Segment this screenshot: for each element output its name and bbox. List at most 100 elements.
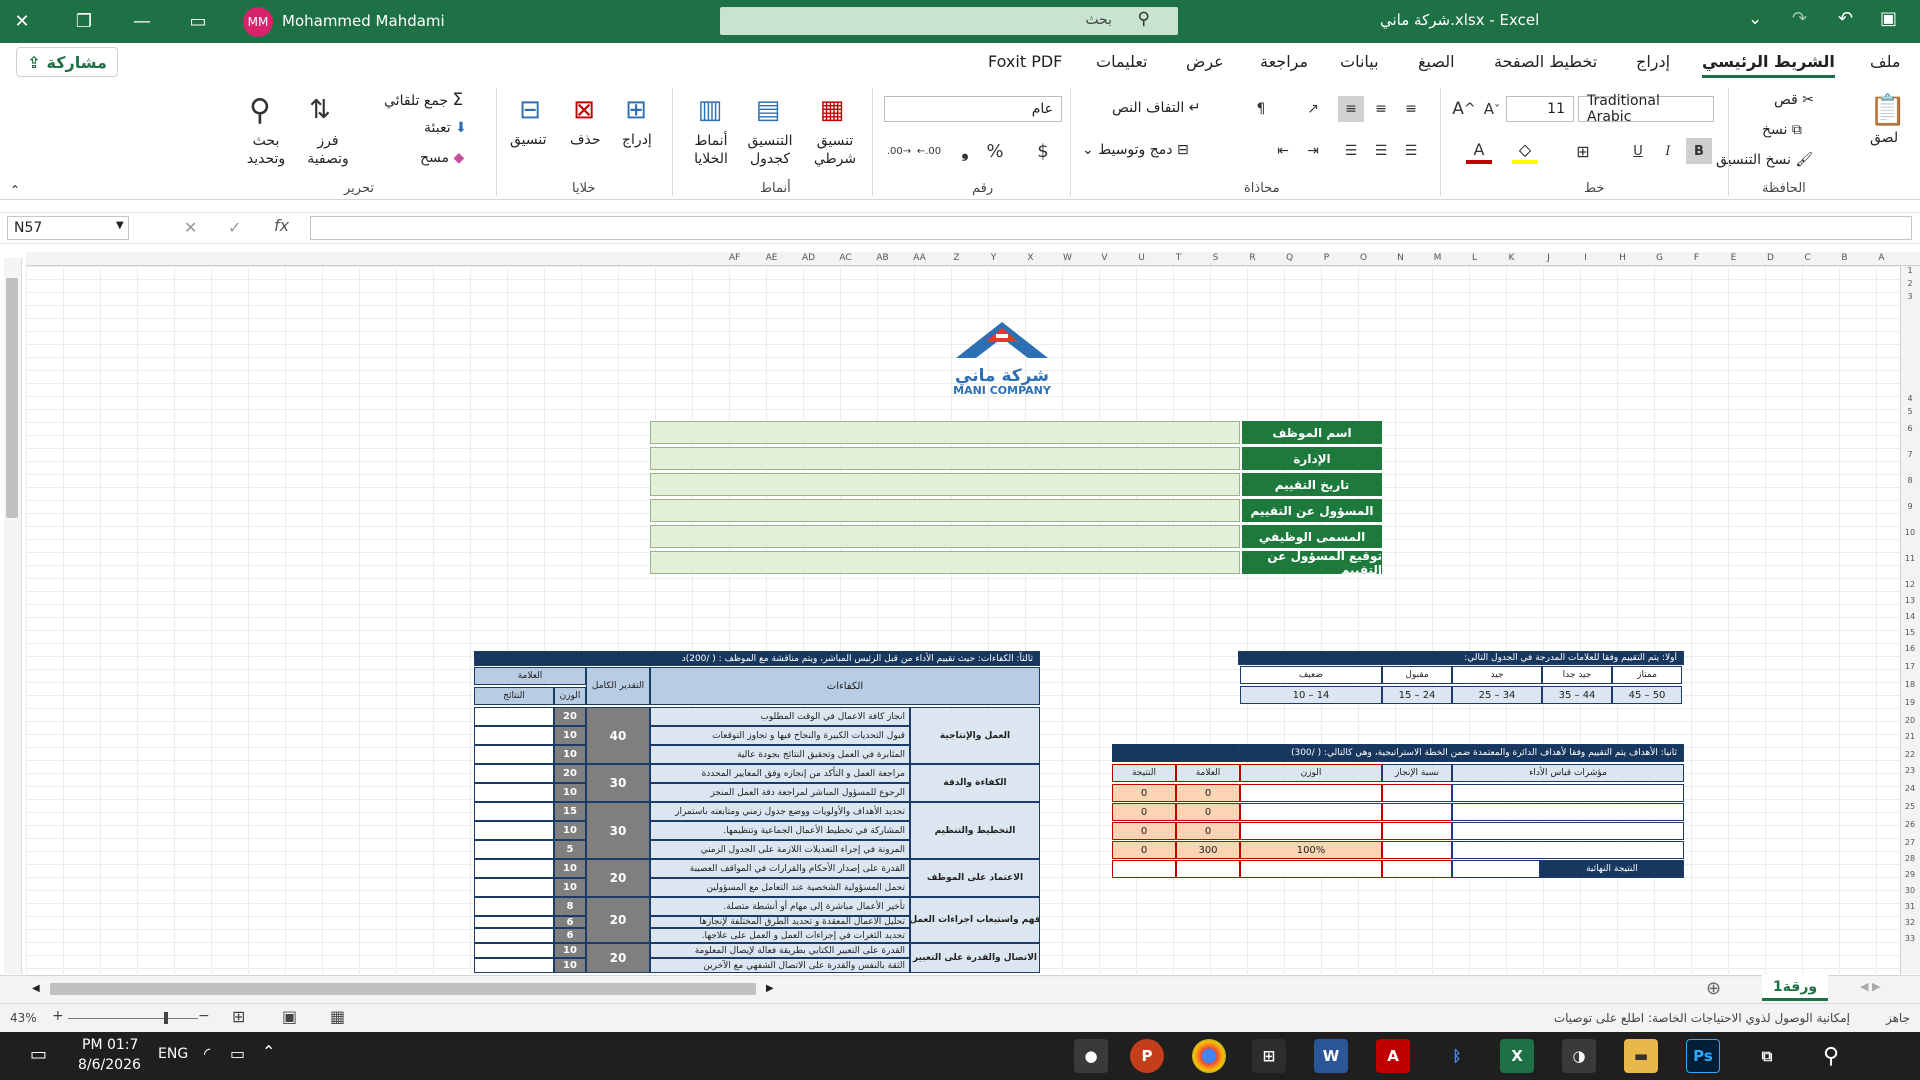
clock-time[interactable]: PM 01:7 bbox=[82, 1037, 138, 1053]
clock-date[interactable]: 8/6/2026 bbox=[78, 1057, 141, 1073]
kpi-cell[interactable] bbox=[1452, 822, 1684, 840]
name-box[interactable]: N57 bbox=[7, 216, 129, 240]
hscroll-thumb[interactable] bbox=[50, 983, 756, 995]
column-header[interactable]: P bbox=[1308, 253, 1345, 263]
row-header[interactable]: 12 bbox=[1901, 580, 1919, 589]
format-cells-label[interactable]: تنسيق bbox=[510, 132, 547, 148]
row-header[interactable]: 8 bbox=[1901, 476, 1919, 485]
row-header[interactable]: 22 bbox=[1901, 750, 1919, 759]
borders-icon[interactable]: ⊞ bbox=[1570, 138, 1596, 164]
info-input[interactable] bbox=[650, 499, 1240, 522]
column-header[interactable]: A bbox=[1863, 253, 1900, 263]
row-header[interactable]: 6 bbox=[1901, 424, 1919, 433]
final-result-value[interactable] bbox=[1452, 860, 1540, 878]
font-size-select[interactable]: 11 bbox=[1506, 96, 1574, 122]
column-header[interactable]: H bbox=[1604, 253, 1641, 263]
achievement-cell[interactable] bbox=[1382, 803, 1452, 821]
close-icon[interactable]: ✕ bbox=[0, 0, 44, 43]
formula-input[interactable] bbox=[310, 216, 1912, 240]
tab-help[interactable]: تعليمات bbox=[1096, 52, 1147, 71]
item-result-cell[interactable] bbox=[474, 840, 554, 859]
avatar[interactable]: MM bbox=[243, 7, 273, 37]
tab-formulas[interactable]: الصيغ bbox=[1418, 52, 1455, 71]
increase-decimal-icon[interactable]: ←.00 bbox=[914, 138, 944, 164]
zoom-in-icon[interactable]: + bbox=[52, 1008, 64, 1024]
column-header[interactable]: Y bbox=[975, 253, 1012, 263]
column-header[interactable]: AC bbox=[827, 253, 864, 263]
info-input[interactable] bbox=[650, 447, 1240, 470]
row-header[interactable]: 24 bbox=[1901, 784, 1919, 793]
row-header[interactable]: 4 bbox=[1901, 394, 1919, 403]
column-header[interactable]: G bbox=[1641, 253, 1678, 263]
scroll-thumb[interactable] bbox=[6, 278, 18, 518]
column-header[interactable]: Q bbox=[1271, 253, 1308, 263]
kpi-cell[interactable] bbox=[1452, 803, 1684, 821]
kpi-cell[interactable] bbox=[1452, 841, 1684, 859]
delete-cells-label[interactable]: حذف bbox=[570, 132, 601, 148]
column-header[interactable]: B bbox=[1826, 253, 1863, 263]
row-header[interactable]: 5 bbox=[1901, 407, 1919, 416]
achievement-cell[interactable] bbox=[1382, 841, 1452, 859]
scroll-left-icon[interactable]: ◀ bbox=[32, 983, 40, 994]
tab-review[interactable]: مراجعة bbox=[1260, 52, 1308, 71]
tray-expand-icon[interactable]: ⌃ bbox=[262, 1042, 275, 1061]
paint-icon[interactable]: ◑ bbox=[1562, 1039, 1596, 1073]
save-icon[interactable]: ▣ bbox=[1880, 8, 1897, 29]
orientation-icon[interactable]: ↗ bbox=[1300, 96, 1326, 122]
column-header[interactable]: M bbox=[1419, 253, 1456, 263]
row-header[interactable]: 7 bbox=[1901, 450, 1919, 459]
redo-icon[interactable]: ↷ bbox=[1792, 8, 1807, 29]
conditional-formatting-label[interactable]: تنسيق شرطي bbox=[810, 132, 860, 168]
info-input[interactable] bbox=[650, 421, 1240, 444]
excel-icon[interactable]: X bbox=[1500, 1039, 1534, 1073]
item-result-cell[interactable] bbox=[474, 745, 554, 764]
file-explorer-icon[interactable]: ▬ bbox=[1624, 1039, 1658, 1073]
share-button[interactable]: ⇪ مشاركة bbox=[16, 47, 118, 77]
tab-foxit[interactable]: Foxit PDF bbox=[988, 52, 1062, 71]
decrease-decimal-icon[interactable]: .00→ bbox=[884, 138, 914, 164]
row-header[interactable]: 19 bbox=[1901, 698, 1919, 707]
item-result-cell[interactable] bbox=[474, 943, 554, 958]
column-header[interactable]: X bbox=[1012, 253, 1049, 263]
bold-icon[interactable]: B bbox=[1686, 138, 1712, 164]
row-header[interactable]: 32 bbox=[1901, 918, 1919, 927]
row-header[interactable]: 33 bbox=[1901, 934, 1919, 943]
vertical-scrollbar[interactable] bbox=[4, 258, 22, 974]
insert-function-icon[interactable]: fx bbox=[274, 216, 289, 235]
tab-insert[interactable]: إدراج bbox=[1636, 52, 1670, 71]
clear-button[interactable]: مسح ◆ bbox=[420, 150, 464, 166]
column-header[interactable]: AA bbox=[901, 253, 938, 263]
column-header[interactable]: U bbox=[1123, 253, 1160, 263]
merge-center-button[interactable]: ⌄ دمج وتوسيط ⊟ bbox=[1082, 142, 1189, 158]
column-header[interactable]: D bbox=[1752, 253, 1789, 263]
task-view-icon[interactable]: ⧉ bbox=[1750, 1039, 1784, 1073]
row-header[interactable]: 23 bbox=[1901, 766, 1919, 775]
find-select-icon[interactable]: ⚲ bbox=[240, 90, 280, 130]
cell-styles-label[interactable]: أنماط الخلايا bbox=[686, 132, 736, 168]
row-header[interactable]: 14 bbox=[1901, 612, 1919, 621]
row-header[interactable]: 13 bbox=[1901, 596, 1919, 605]
new-sheet-icon[interactable]: ⊕ bbox=[1706, 978, 1721, 999]
format-cells-icon[interactable]: ⊟ bbox=[510, 90, 550, 130]
restore-icon[interactable]: ❐ bbox=[62, 0, 106, 43]
info-input[interactable] bbox=[650, 473, 1240, 496]
align-right-icon[interactable]: ☰ bbox=[1398, 138, 1424, 164]
search-box[interactable]: بحث ⚲ bbox=[720, 7, 1178, 35]
insert-cells-icon[interactable]: ⊞ bbox=[616, 90, 656, 130]
column-header[interactable]: C bbox=[1789, 253, 1826, 263]
item-result-cell[interactable] bbox=[474, 859, 554, 878]
column-header[interactable]: T bbox=[1160, 253, 1197, 263]
find-select-label[interactable]: بحث وتحديد bbox=[244, 132, 288, 168]
page-break-view-icon[interactable]: ⊞ bbox=[232, 1007, 245, 1026]
column-header[interactable]: Z bbox=[938, 253, 975, 263]
row-header[interactable]: 15 bbox=[1901, 628, 1919, 637]
notifications-icon[interactable]: ▭ bbox=[30, 1044, 47, 1065]
item-result-cell[interactable] bbox=[474, 928, 554, 943]
tab-file[interactable]: ملف bbox=[1870, 52, 1900, 71]
underline-icon[interactable]: U bbox=[1626, 138, 1650, 164]
row-header[interactable]: 29 bbox=[1901, 870, 1919, 879]
battery-icon[interactable]: ▭ bbox=[230, 1044, 245, 1063]
info-input[interactable] bbox=[650, 551, 1240, 574]
decrease-font-icon[interactable]: Aˇ bbox=[1480, 96, 1504, 122]
number-format-select[interactable]: عام bbox=[884, 96, 1062, 122]
